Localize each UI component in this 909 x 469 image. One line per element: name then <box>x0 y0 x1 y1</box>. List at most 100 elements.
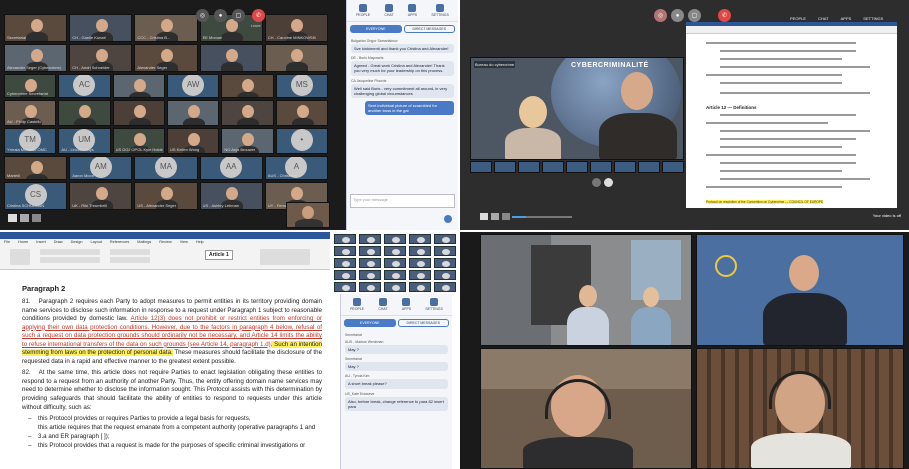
ribbon-tab[interactable]: Insert <box>36 240 46 244</box>
participant-tile[interactable]: US DOJ OPOL Kyle Holder <box>112 128 165 154</box>
participant-tile[interactable]: Martelli <box>4 156 68 180</box>
ribbon-tab[interactable]: Home <box>18 240 28 244</box>
participant-tile[interactable] <box>221 74 274 98</box>
mic-icon[interactable]: ● <box>214 9 227 22</box>
participant-tile[interactable] <box>112 74 165 98</box>
nav-settings[interactable]: SETTINGS <box>863 4 883 21</box>
mini-participant-tile[interactable] <box>434 258 456 268</box>
tab-everyone[interactable]: EVERYONE <box>344 319 396 327</box>
people-tab[interactable]: PEOPLE <box>356 4 370 17</box>
expand-icon[interactable] <box>32 214 41 222</box>
message-input[interactable]: Type your message <box>350 194 455 208</box>
mini-participant-tile[interactable] <box>359 258 381 268</box>
participant-tile[interactable] <box>58 100 111 126</box>
expand-icon[interactable] <box>502 213 510 220</box>
participant-tile[interactable]: CCC - Cristina B... <box>134 14 198 42</box>
participant-tile[interactable]: TM Yrmala Mercado OMC <box>4 128 57 154</box>
mini-participant-tile[interactable] <box>334 234 356 244</box>
thumbnail-tile[interactable] <box>662 161 684 173</box>
ribbon-tab[interactable]: File <box>4 240 10 244</box>
mini-participant-tile[interactable] <box>434 246 456 256</box>
ribbon-tab[interactable]: Draw <box>54 240 63 244</box>
participant-tile[interactable]: CS Cristina SCHULMAN <box>4 182 68 210</box>
participant-tile[interactable]: • <box>275 128 328 154</box>
participant-tile[interactable] <box>167 100 220 126</box>
thumbnail-tile[interactable] <box>470 161 492 173</box>
participant-tile[interactable]: UK - Riki Thrumbrill <box>69 182 133 210</box>
participant-tile[interactable]: AU - Philip Castello <box>4 100 57 126</box>
volume-slider[interactable] <box>512 216 572 218</box>
mini-participant-tile[interactable] <box>434 282 456 292</box>
participant-tile[interactable] <box>221 100 274 126</box>
mini-participant-tile[interactable] <box>334 258 356 268</box>
mini-participant-tile[interactable] <box>384 270 406 280</box>
mini-participant-tile[interactable] <box>334 246 356 256</box>
mini-participant-tile[interactable] <box>434 270 456 280</box>
mini-participant-tile[interactable] <box>359 246 381 256</box>
participant-tile[interactable]: NO Anja Brouwer <box>221 128 274 154</box>
participant-tile[interactable]: Alexander Seger (Cybercrime) <box>4 44 68 72</box>
participant-tile[interactable]: A AUS - Christofor <box>264 156 328 180</box>
mini-participant-tile[interactable] <box>409 270 431 280</box>
thumbnail-tile[interactable] <box>494 161 516 173</box>
send-icon[interactable] <box>444 215 452 223</box>
ribbon-tab[interactable]: Review <box>159 240 171 244</box>
participant-tile[interactable]: AC <box>58 74 111 98</box>
mini-participant-tile[interactable] <box>434 234 456 244</box>
apps-tab[interactable]: APPS <box>402 298 411 311</box>
mini-participant-tile[interactable] <box>359 282 381 292</box>
mini-participant-tile[interactable] <box>384 246 406 256</box>
mini-participant-tile[interactable] <box>384 258 406 268</box>
participant-tile[interactable]: Cybercrime Secretariat <box>4 74 57 98</box>
thumbnail-tile[interactable] <box>566 161 588 173</box>
participant-tile[interactable]: CH - Gaelle Kunzel <box>69 14 133 42</box>
thumbnail-tile[interactable] <box>614 161 636 173</box>
participant-tile[interactable]: Secretariat <box>4 14 68 42</box>
style-selector[interactable]: Article 1 <box>205 250 233 260</box>
chat-tab[interactable]: CHAT <box>384 4 394 17</box>
mini-participant-tile[interactable] <box>334 270 356 280</box>
hangup-icon[interactable]: ✆ <box>252 9 265 22</box>
settings-tab[interactable]: SETTINGS <box>425 298 443 311</box>
participant-tile[interactable]: UM AU - Lincoln Mays <box>58 128 111 154</box>
mini-participant-tile[interactable] <box>384 234 406 244</box>
mic-icon[interactable]: ● <box>671 9 684 22</box>
thumbnail-tile[interactable] <box>590 161 612 173</box>
ribbon-tab[interactable]: Help <box>196 240 204 244</box>
prev-page-icon[interactable] <box>592 178 601 187</box>
ribbon-tab[interactable]: References <box>110 240 129 244</box>
participant-tile[interactable] <box>112 100 165 126</box>
mini-participant-tile[interactable] <box>384 282 406 292</box>
thumbnail-tile[interactable] <box>518 161 540 173</box>
ribbon-tab[interactable]: Mailings <box>137 240 151 244</box>
share-icon[interactable]: ▢ <box>232 9 245 22</box>
participant-tile[interactable]: CH - Andri Schneider <box>69 44 133 72</box>
participant-tile[interactable]: US - Ashley Lehman <box>199 182 263 210</box>
participant-tile[interactable]: US - Alexander Seger <box>134 182 198 210</box>
thumbnail-tile[interactable] <box>638 161 660 173</box>
camera-icon[interactable]: ◎ <box>196 9 209 22</box>
mini-participant-tile[interactable] <box>359 270 381 280</box>
participant-tile[interactable]: US Kellen Wong <box>167 128 220 154</box>
participant-tile[interactable]: AW <box>167 74 220 98</box>
mini-participant-tile[interactable] <box>359 234 381 244</box>
nav-chat[interactable]: CHAT <box>818 4 829 21</box>
people-tab[interactable]: PEOPLE <box>350 298 364 311</box>
participant-tile[interactable] <box>275 100 328 126</box>
settings-tab[interactable]: SETTINGS <box>431 4 449 17</box>
participant-tile[interactable]: MA <box>134 156 198 180</box>
nav-apps[interactable]: APPS <box>841 4 852 21</box>
participant-tile[interactable]: AM Aaron Moon <box>69 156 133 180</box>
mini-participant-tile[interactable] <box>409 258 431 268</box>
mini-participant-tile[interactable] <box>334 282 356 292</box>
ribbon-tab[interactable]: View <box>180 240 188 244</box>
ribbon-tab[interactable]: Design <box>71 240 83 244</box>
participant-tile[interactable]: MS <box>275 74 328 98</box>
thumbnail-tile[interactable] <box>542 161 564 173</box>
speaker-icon[interactable] <box>491 213 499 220</box>
participant-tile[interactable]: AA <box>199 156 263 180</box>
mini-participant-tile[interactable] <box>409 234 431 244</box>
tab-direct-messages[interactable]: DIRECT MESSAGES <box>397 319 449 327</box>
mini-participant-tile[interactable] <box>409 282 431 292</box>
tab-everyone[interactable]: EVERYONE <box>350 25 402 33</box>
